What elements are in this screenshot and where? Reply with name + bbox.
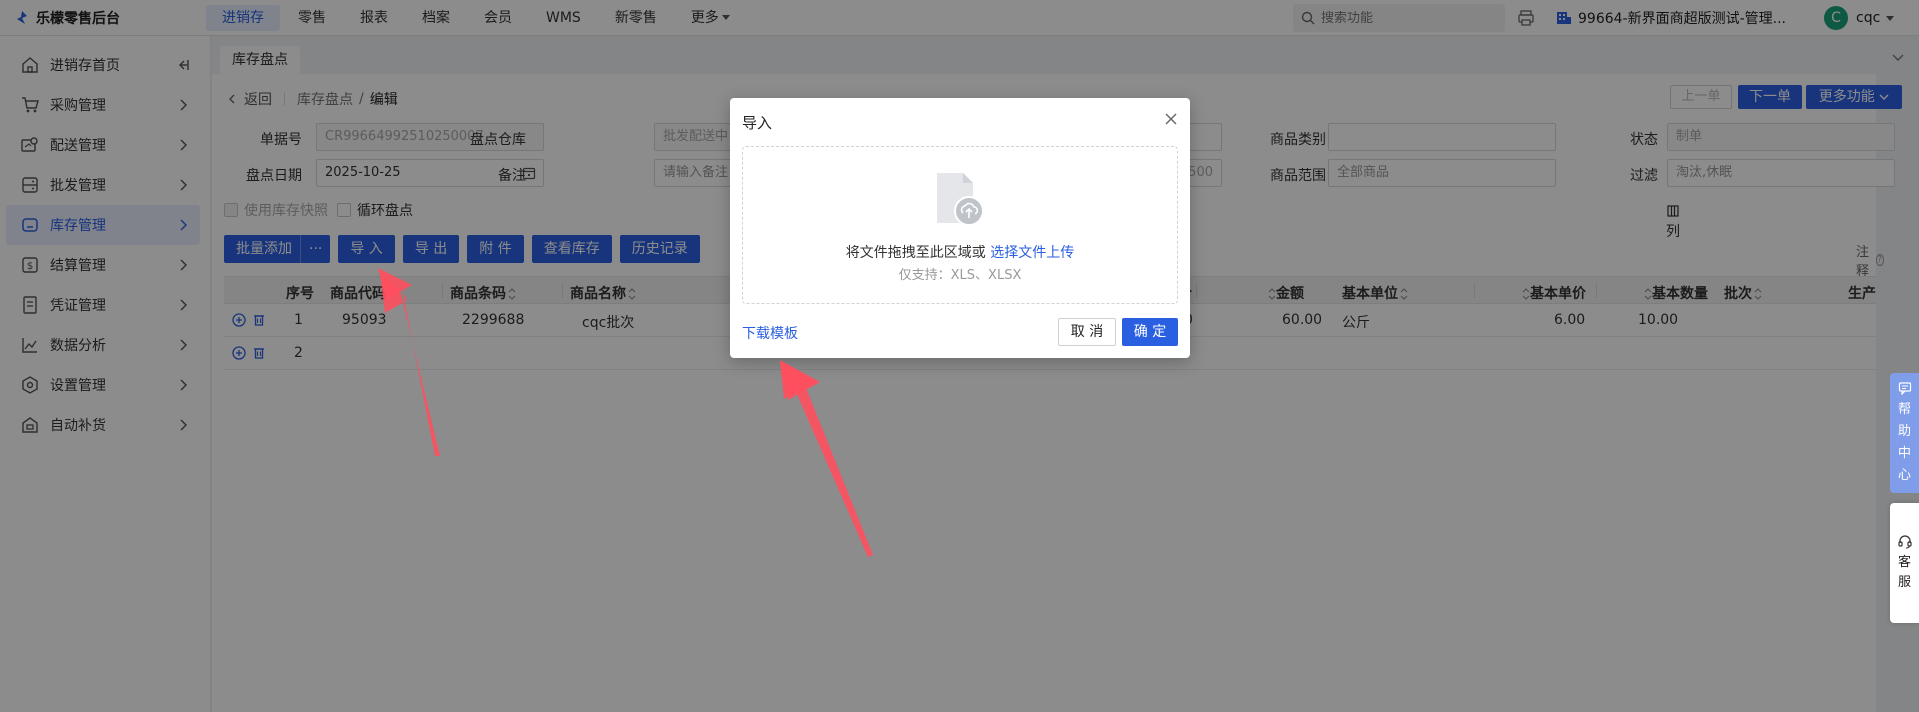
cancel-button[interactable]: 取 消 xyxy=(1058,318,1116,346)
headset-icon xyxy=(1897,535,1912,549)
dialog-title: 导入 xyxy=(742,114,773,132)
help-char: 心 xyxy=(1897,468,1911,483)
import-dialog: 导入 将文件拖拽至此区域或 选择文件上传 仅支持：XLS、XLSX 下载模板 取… xyxy=(730,98,1190,358)
close-icon[interactable] xyxy=(1164,112,1178,126)
download-template-link[interactable]: 下载模板 xyxy=(742,323,798,343)
help-char: 助 xyxy=(1897,424,1911,439)
file-upload-icon xyxy=(937,173,984,226)
choose-file-link[interactable]: 选择文件上传 xyxy=(990,245,1074,261)
service-char: 客 xyxy=(1897,555,1911,570)
help-char: 帮 xyxy=(1897,402,1911,417)
supported-formats: 仅支持：XLS、XLSX xyxy=(898,268,1022,283)
service-char: 服 xyxy=(1897,575,1911,590)
upload-drop-zone[interactable]: 将文件拖拽至此区域或 选择文件上传 仅支持：XLS、XLSX xyxy=(742,146,1178,304)
drop-hint: 将文件拖拽至此区域或 选择文件上传 xyxy=(743,242,1177,262)
customer-service-button[interactable]: 客 服 xyxy=(1890,503,1919,623)
help-center-button[interactable]: 帮 助 中 心 xyxy=(1890,373,1919,493)
help-char: 中 xyxy=(1897,446,1911,461)
message-icon xyxy=(1898,382,1911,395)
confirm-button[interactable]: 确 定 xyxy=(1122,318,1178,346)
drop-text: 将文件拖拽至此区域或 xyxy=(845,245,986,261)
